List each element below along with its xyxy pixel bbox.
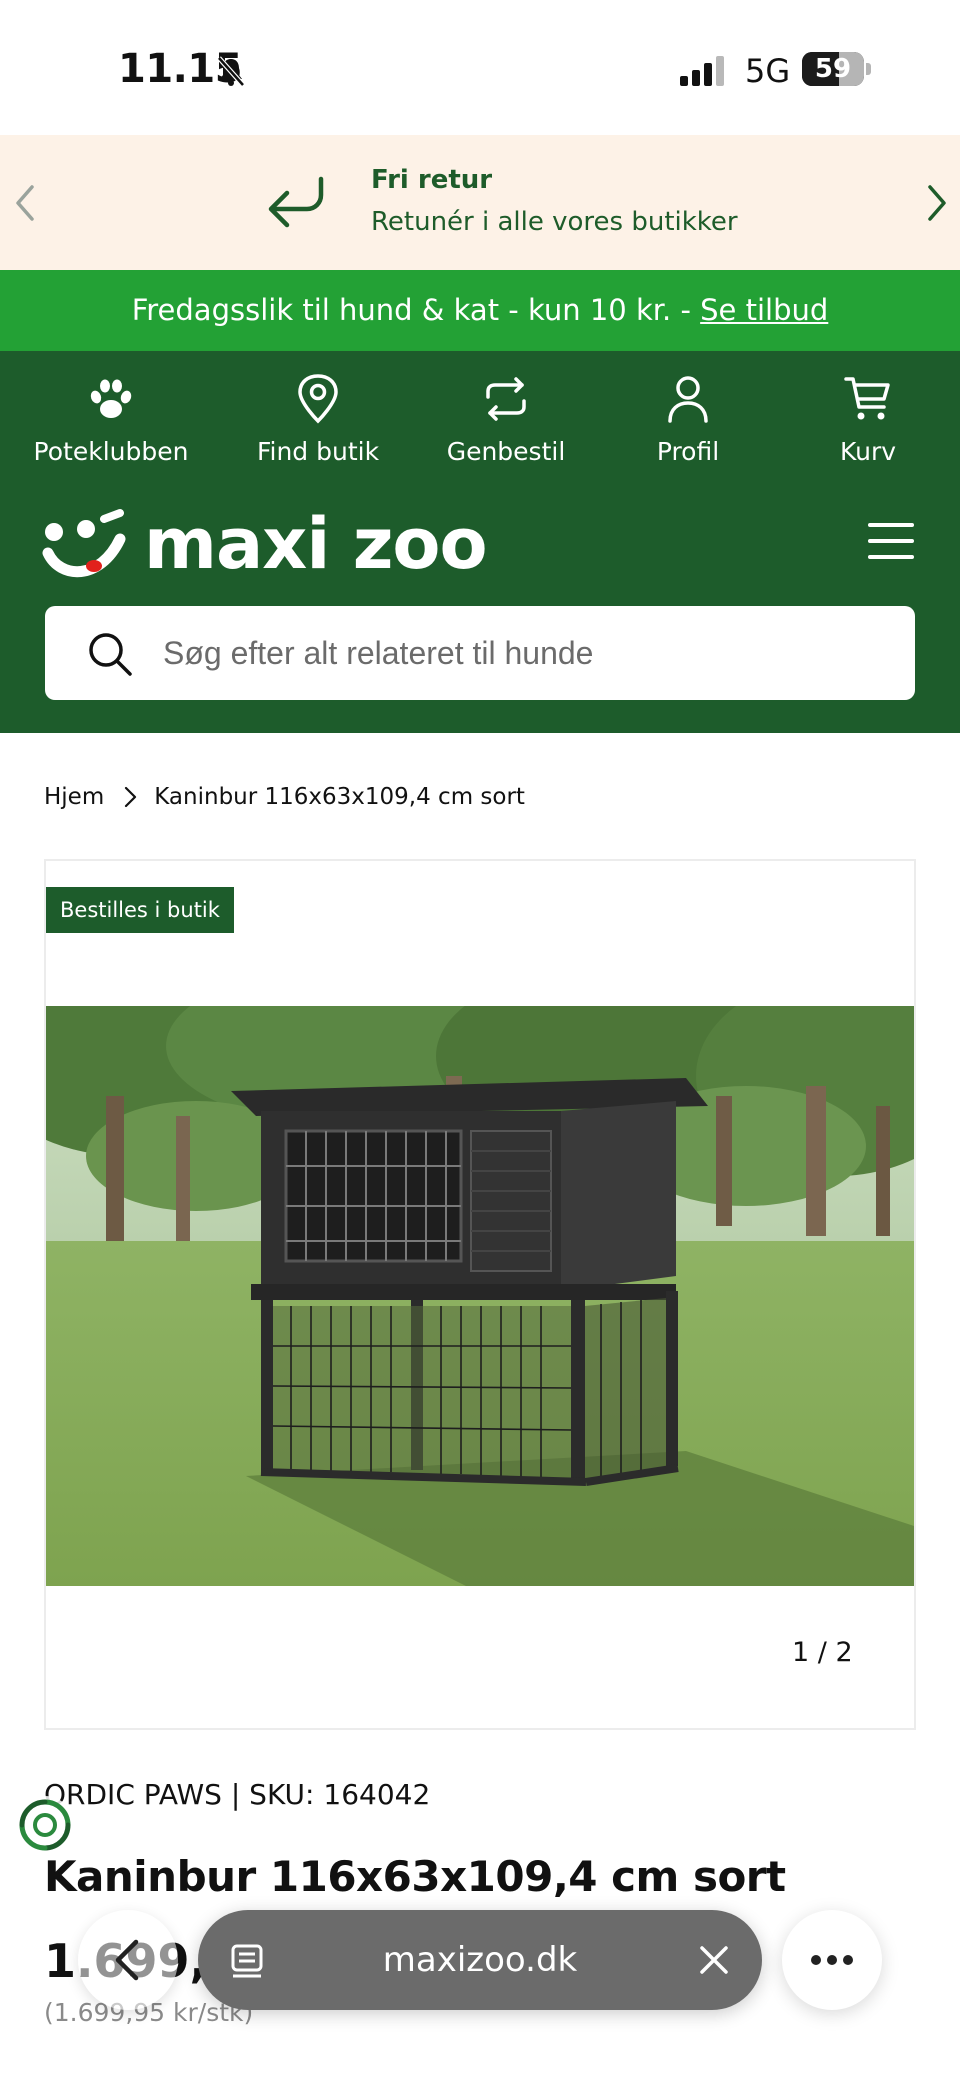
offer-link[interactable]: Se tilbud [700, 293, 828, 327]
bell-slash-icon [217, 56, 245, 87]
browser-url-bar[interactable]: maxizoo.dk [198, 1910, 762, 2010]
signal-icon [680, 56, 724, 86]
back-arrow-icon [115, 1939, 139, 1981]
nav-kurv[interactable]: Kurv [778, 371, 958, 481]
image-counter: 1 / 2 [792, 1637, 853, 1668]
product-image[interactable] [46, 1006, 914, 1586]
map-pin-icon [298, 374, 338, 424]
breadcrumb-current: Kaninbur 116x63x109,4 cm sort [154, 784, 525, 810]
repeat-icon [486, 377, 526, 421]
offer-text: Fredagsslik til hund & kat - kun 10 kr. … [131, 293, 701, 327]
maxi-zoo-logo[interactable]: maxi zoo [42, 499, 492, 589]
nav-label: Profil [656, 437, 720, 466]
promo-title: Fri retur [371, 165, 493, 195]
site-header: Poteklubben Find butik Genbestil Profil [0, 351, 960, 733]
nav-find-butik[interactable]: Find butik [228, 371, 408, 481]
search-box[interactable] [45, 606, 915, 700]
recycle-icon[interactable] [14, 1794, 76, 1856]
browser-back-button[interactable] [78, 1910, 178, 2010]
promo-banner: Fri retur Retunér i alle vores butikker [0, 135, 960, 270]
battery-level: 59 [814, 54, 852, 84]
browser-more-button[interactable] [782, 1910, 882, 2010]
product-title: Kaninbur 116x63x109,4 cm sort [44, 1852, 786, 1901]
cart-icon [844, 377, 890, 420]
network-label: 5G [745, 52, 791, 90]
stock-badge: Bestilles i butik [46, 887, 234, 933]
paw-icon [90, 379, 132, 418]
chevron-left-icon[interactable] [12, 183, 38, 223]
breadcrumb: Hjem Kaninbur 116x63x109,4 cm sort [44, 780, 525, 814]
chevron-right-icon [125, 786, 137, 808]
nav-label: Poteklubben [33, 437, 189, 466]
search-icon [89, 633, 132, 676]
battery-icon: 59 [802, 52, 872, 86]
brand-sku: ORDIC PAWS | SKU: 164042 [44, 1778, 431, 1811]
nav-label: Genbestil [446, 437, 566, 466]
nav-poteklubben[interactable]: Poteklubben [21, 371, 201, 481]
return-arrow-icon [268, 176, 324, 228]
status-bar: 11.15 5G 59 [0, 0, 960, 135]
search-input[interactable] [163, 606, 883, 700]
url-text: maxizoo.dk [382, 1940, 578, 1980]
logo-mascot-icon [42, 509, 126, 578]
nav-profil[interactable]: Profil [598, 371, 778, 481]
chevron-right-icon[interactable] [924, 183, 950, 223]
hamburger-menu-icon[interactable] [868, 521, 914, 561]
close-icon[interactable] [698, 1944, 730, 1976]
nav-label: Kurv [839, 437, 897, 466]
logo-text: maxi zoo [144, 503, 488, 585]
product-gallery[interactable]: Bestilles i butik 1 / 2 [44, 859, 916, 1730]
nav-label: Find butik [256, 437, 380, 466]
offer-bar: Fredagsslik til hund & kat - kun 10 kr. … [0, 270, 960, 351]
more-dots-icon [811, 1955, 853, 1965]
promo-subtitle: Retunér i alle vores butikker [371, 207, 738, 237]
user-icon [668, 376, 708, 423]
nav-genbestil[interactable]: Genbestil [416, 371, 596, 481]
breadcrumb-home[interactable]: Hjem [44, 784, 104, 810]
